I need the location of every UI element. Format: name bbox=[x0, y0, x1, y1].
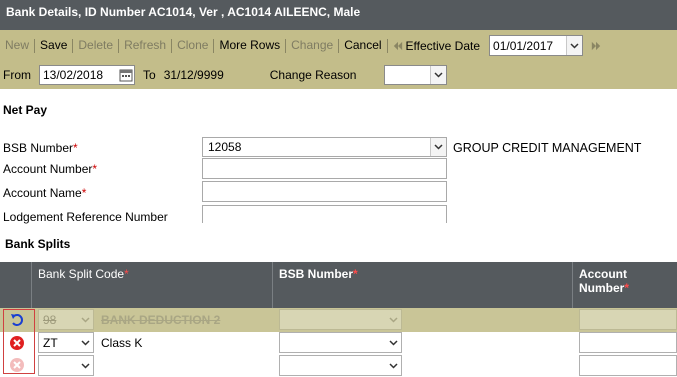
chevron-down-icon[interactable] bbox=[385, 333, 401, 352]
bank-split-code-select[interactable] bbox=[38, 355, 94, 376]
refresh-button[interactable]: Refresh bbox=[119, 30, 171, 61]
next-version-icon[interactable] bbox=[591, 40, 601, 52]
bsb-number-value: 12058 bbox=[208, 140, 242, 154]
bsb-description: GROUP CREDIT MANAGEMENT bbox=[453, 141, 642, 155]
account-number-field[interactable] bbox=[579, 355, 677, 376]
chevron-down-icon[interactable] bbox=[430, 138, 446, 156]
effective-date-label: Effective Date bbox=[405, 38, 481, 53]
lodgement-reference-label: Lodgement Reference Number bbox=[3, 210, 168, 224]
clone-button[interactable]: Clone bbox=[172, 30, 213, 61]
column-header-account-number[interactable]: Account Number* bbox=[572, 262, 677, 308]
account-name-label-text: Account Name bbox=[3, 186, 82, 200]
bank-split-code-select[interactable]: 98 bbox=[38, 309, 94, 330]
chevron-down-icon[interactable] bbox=[385, 310, 401, 329]
column-header-bank-split-code[interactable]: Bank Split Code* bbox=[31, 262, 272, 308]
lodgement-reference-field[interactable] bbox=[202, 205, 447, 223]
date-range-bar: From 13/02/2018 To 31/12/9999 Change Rea… bbox=[0, 61, 677, 89]
bsb-number-select[interactable] bbox=[279, 332, 402, 353]
chevron-down-icon[interactable] bbox=[77, 333, 93, 352]
bsb-number-select[interactable] bbox=[279, 355, 402, 376]
change-reason-select[interactable] bbox=[384, 65, 448, 85]
column-header-label: BSB Number bbox=[279, 267, 354, 281]
toolbar-separator bbox=[386, 38, 388, 53]
account-number-field[interactable] bbox=[579, 309, 677, 330]
bank-split-code-value: 98 bbox=[43, 312, 57, 327]
delete-button[interactable]: Delete bbox=[73, 30, 118, 61]
save-button[interactable]: Save bbox=[35, 30, 72, 61]
to-label: To bbox=[143, 68, 156, 82]
required-marker: * bbox=[353, 267, 358, 281]
account-number-field[interactable] bbox=[579, 332, 677, 353]
chevron-down-icon[interactable] bbox=[77, 356, 93, 375]
from-date-value: 13/02/2018 bbox=[43, 68, 104, 82]
previous-version-icon[interactable] bbox=[393, 40, 403, 52]
from-date-input[interactable]: 13/02/2018 bbox=[39, 65, 135, 85]
account-number-label: Account Number* bbox=[3, 162, 97, 176]
row-actions-outline bbox=[3, 309, 35, 374]
window-title: Bank Details, ID Number AC1014, Ver , AC… bbox=[0, 0, 677, 30]
column-header-label: Account Number bbox=[579, 267, 627, 295]
change-reason-label: Change Reason bbox=[269, 68, 357, 82]
chevron-down-icon[interactable] bbox=[77, 310, 93, 329]
bank-splits-heading: Bank Splits bbox=[5, 237, 71, 251]
bsb-number-label: BSB Number* bbox=[3, 141, 78, 155]
effective-date-select[interactable]: 01/01/2017 bbox=[489, 35, 584, 56]
cancel-button[interactable]: Cancel bbox=[339, 30, 386, 61]
chevron-down-icon[interactable] bbox=[430, 66, 447, 84]
bsb-number-select[interactable]: 12058 bbox=[202, 137, 447, 157]
chevron-down-icon[interactable] bbox=[385, 356, 401, 375]
bank-split-description: Class K bbox=[101, 336, 143, 350]
required-marker: * bbox=[92, 162, 98, 176]
column-header-label: Bank Split Code bbox=[38, 267, 125, 281]
required-marker: * bbox=[73, 141, 78, 155]
bsb-number-select[interactable] bbox=[279, 309, 402, 330]
bank-splits-grid-header: Bank Split Code* BSB Number* Account Num… bbox=[0, 262, 677, 308]
new-button[interactable]: New bbox=[0, 30, 34, 61]
bank-split-code-select[interactable]: ZT bbox=[38, 332, 94, 353]
required-marker: * bbox=[124, 267, 129, 281]
chevron-down-icon[interactable] bbox=[566, 36, 583, 55]
account-name-label: Account Name* bbox=[3, 186, 86, 200]
required-marker: * bbox=[81, 186, 87, 200]
bank-split-code-value: ZT bbox=[43, 335, 58, 350]
account-name-field[interactable] bbox=[202, 181, 447, 202]
account-number-field[interactable] bbox=[202, 158, 447, 179]
to-date-value: 31/12/9999 bbox=[163, 68, 224, 82]
toolbar: New Save Delete Refresh Clone More Rows … bbox=[0, 30, 677, 61]
bsb-number-label-text: BSB Number bbox=[3, 141, 74, 155]
more-rows-button[interactable]: More Rows bbox=[214, 30, 285, 61]
from-label: From bbox=[3, 68, 31, 82]
account-number-label-text: Account Number bbox=[3, 162, 93, 176]
change-button[interactable]: Change bbox=[286, 30, 338, 61]
column-header-bsb-number[interactable]: BSB Number* bbox=[272, 262, 572, 308]
required-marker: * bbox=[624, 281, 630, 295]
effective-date-value: 01/01/2017 bbox=[493, 38, 554, 53]
net-pay-heading: Net Pay bbox=[3, 103, 48, 117]
calendar-icon[interactable] bbox=[119, 68, 133, 82]
bank-split-description: BANK DEDUCTION 2 bbox=[101, 313, 221, 327]
